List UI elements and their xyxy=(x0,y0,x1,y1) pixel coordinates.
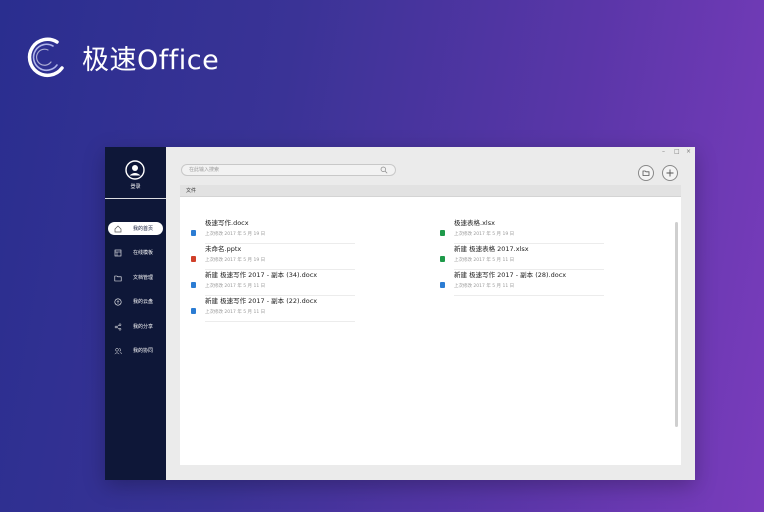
file-item[interactable]: 极速写作.docx 上次修改 2017 年 5 月 19 日 xyxy=(191,217,355,244)
file-list-panel: 极速写作.docx 上次修改 2017 年 5 月 19 日 极速表格.xlsx… xyxy=(180,197,681,465)
maximize-button[interactable]: □ xyxy=(674,149,680,155)
files-section-header: 文件 xyxy=(180,185,681,197)
file-name: 新建 极速表格 2017.xlsx xyxy=(454,245,529,253)
file-item[interactable]: 新建 极速写作 2017 - 副本 (28).docx 上次修改 2017 年 … xyxy=(440,269,604,296)
file-date: 上次修改 2017 年 5 月 19 日 xyxy=(205,232,266,237)
template-icon xyxy=(114,249,122,257)
share-icon xyxy=(114,323,122,331)
sidebar-item-collaborate[interactable]: 我的协同 xyxy=(105,344,166,358)
xlsx-icon xyxy=(440,230,445,236)
file-item[interactable]: 未命名.pptx 上次修改 2017 年 5 月 19 日 xyxy=(191,243,355,270)
file-date: 上次修改 2017 年 5 月 11 日 xyxy=(205,284,266,289)
plus-icon xyxy=(666,169,674,177)
brand: 极速Office xyxy=(24,34,219,80)
file-name: 极速写作.docx xyxy=(205,219,249,227)
sidebar: 登录 我的首页 在线模板 文档管理 我的云盘 我的分享 我的协同 xyxy=(105,147,166,480)
home-icon xyxy=(114,225,122,233)
file-name: 新建 极速写作 2017 - 副本 (34).docx xyxy=(205,271,318,279)
docx-icon xyxy=(191,282,196,288)
xlsx-icon xyxy=(440,256,445,262)
app-window: 登录 我的首页 在线模板 文档管理 我的云盘 我的分享 我的协同 在此输入搜索 … xyxy=(105,147,695,480)
scrollbar[interactable] xyxy=(675,222,678,427)
file-item[interactable]: 新建 极速写作 2017 - 副本 (34).docx 上次修改 2017 年 … xyxy=(191,269,355,296)
file-item[interactable]: 新建 极速写作 2017 - 副本 (22).docx 上次修改 2017 年 … xyxy=(191,295,355,322)
file-name: 新建 极速写作 2017 - 副本 (22).docx xyxy=(205,297,318,305)
users-icon xyxy=(114,348,122,355)
file-name: 极速表格.xlsx xyxy=(454,219,495,227)
file-date: 上次修改 2017 年 5 月 11 日 xyxy=(205,310,266,315)
sidebar-item-label: 我的协同 xyxy=(133,348,154,354)
file-date: 上次修改 2017 年 5 月 11 日 xyxy=(454,284,515,289)
file-name: 未命名.pptx xyxy=(205,245,242,253)
sidebar-item-home[interactable]: 我的首页 xyxy=(105,222,166,236)
sidebar-item-label: 我的首页 xyxy=(133,226,154,232)
sidebar-item-label: 在线模板 xyxy=(133,250,154,256)
sidebar-item-share[interactable]: 我的分享 xyxy=(105,320,166,334)
sidebar-item-label: 我的分享 xyxy=(133,324,154,330)
brand-logo-icon xyxy=(27,37,64,78)
add-button[interactable] xyxy=(662,165,678,181)
sidebar-item-cloud[interactable]: 我的云盘 xyxy=(105,295,166,309)
avatar-icon[interactable] xyxy=(125,160,145,180)
docx-icon xyxy=(191,230,196,236)
search-icon[interactable] xyxy=(380,166,388,174)
file-item[interactable]: 新建 极速表格 2017.xlsx 上次修改 2017 年 5 月 11 日 xyxy=(440,243,604,270)
pptx-icon xyxy=(191,256,196,262)
sidebar-item-templates[interactable]: 在线模板 xyxy=(105,246,166,260)
file-name: 新建 极速写作 2017 - 副本 (28).docx xyxy=(454,271,567,279)
sidebar-item-label: 我的云盘 xyxy=(133,299,154,305)
login-label[interactable]: 登录 xyxy=(105,183,166,190)
file-date: 上次修改 2017 年 5 月 19 日 xyxy=(205,258,266,263)
search-box[interactable]: 在此输入搜索 xyxy=(181,164,396,176)
folder-open-icon xyxy=(642,170,650,176)
close-button[interactable]: × xyxy=(686,149,691,155)
folder-icon xyxy=(114,275,122,282)
minimize-button[interactable]: – xyxy=(662,149,665,155)
docx-icon xyxy=(191,308,196,314)
files-section-title: 文件 xyxy=(186,188,197,194)
cloud-icon xyxy=(114,298,122,306)
file-item[interactable]: 极速表格.xlsx 上次修改 2017 年 5 月 19 日 xyxy=(440,217,604,244)
sidebar-item-documents[interactable]: 文档管理 xyxy=(105,271,166,285)
file-date: 上次修改 2017 年 5 月 11 日 xyxy=(454,258,515,263)
open-folder-button[interactable] xyxy=(638,165,654,181)
docx-icon xyxy=(440,282,445,288)
brand-name: 极速Office xyxy=(82,44,220,76)
file-date: 上次修改 2017 年 5 月 19 日 xyxy=(454,232,515,237)
search-input[interactable]: 在此输入搜索 xyxy=(189,167,219,173)
top-bar: 在此输入搜索 – □ × xyxy=(166,147,695,185)
sidebar-item-label: 文档管理 xyxy=(133,275,154,281)
sidebar-divider xyxy=(105,198,166,199)
